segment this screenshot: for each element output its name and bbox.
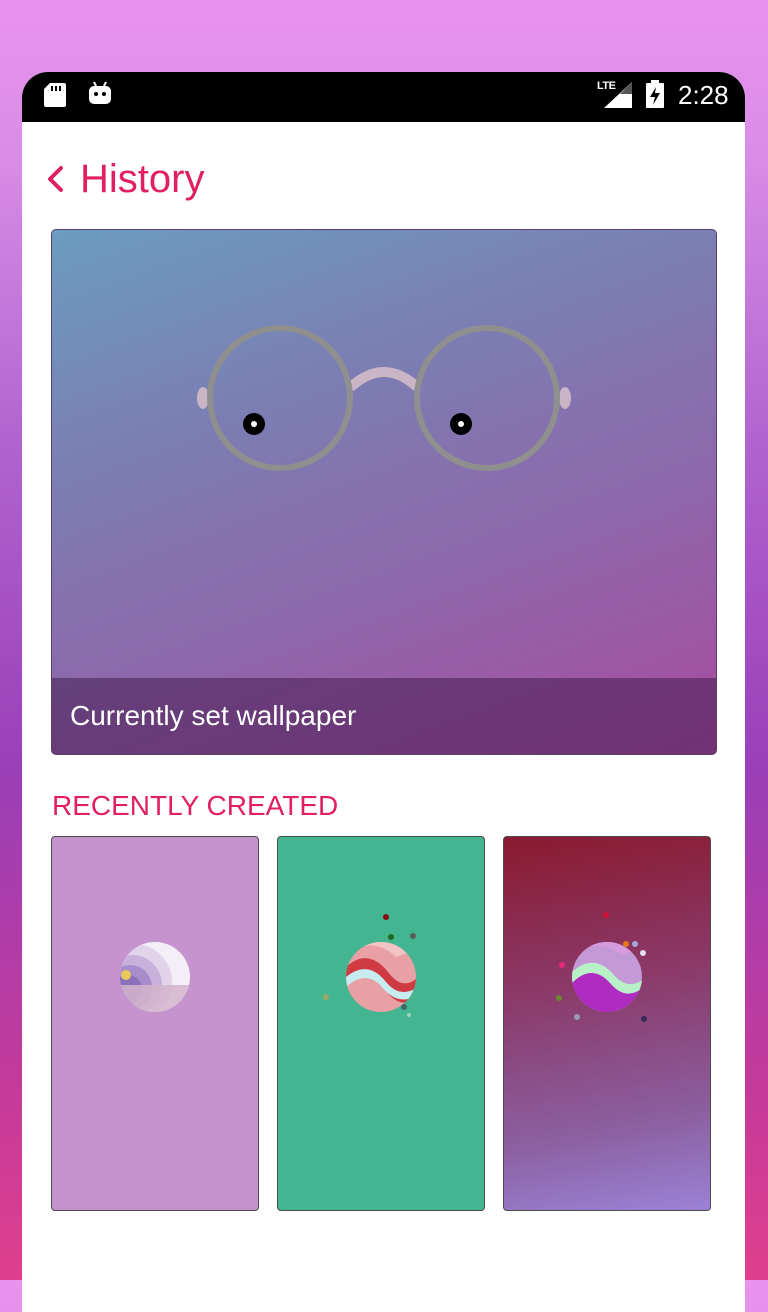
battery-charging-icon	[646, 80, 664, 108]
phone-frame: LTE 2:28 History Currently set wallpaper…	[22, 72, 745, 1312]
recent-wallpaper-thumb[interactable]	[51, 836, 259, 1211]
recent-wallpaper-thumb[interactable]	[277, 836, 485, 1211]
section-label-recent: RECENTLY CREATED	[52, 790, 339, 821]
app-bar: History	[44, 154, 204, 204]
signal-icon	[604, 82, 632, 108]
orb-illustration	[556, 912, 647, 1022]
wallpaper-caption: Currently set wallpaper	[52, 678, 716, 754]
clock: 2:28	[678, 80, 729, 110]
status-bar: LTE 2:28	[22, 72, 745, 122]
orb-illustration	[323, 914, 416, 1017]
back-chevron-icon[interactable]	[44, 159, 70, 199]
android-debug-icon	[89, 81, 111, 104]
orb-illustration	[120, 942, 190, 1012]
current-wallpaper-card[interactable]: Currently set wallpaper	[51, 229, 717, 755]
sd-card-icon	[44, 83, 66, 107]
page-title: History	[80, 156, 205, 201]
glasses-illustration	[197, 325, 571, 471]
recent-wallpaper-thumb[interactable]	[503, 836, 711, 1211]
content-area: History Currently set wallpaper RECENTLY…	[22, 122, 745, 1312]
